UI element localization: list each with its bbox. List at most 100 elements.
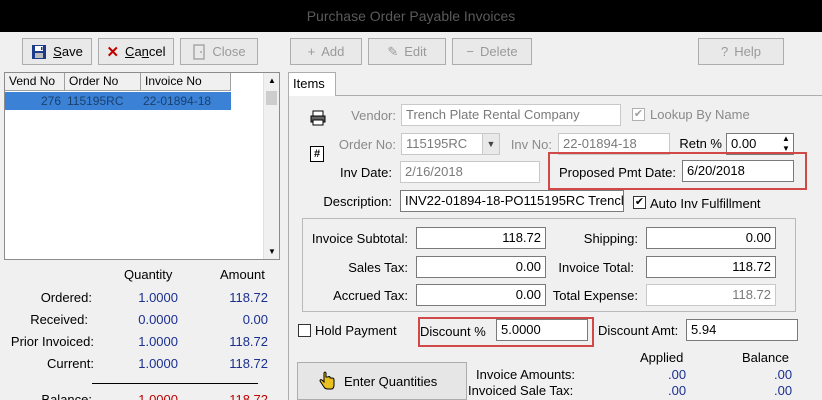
- description-label: Description:: [323, 194, 392, 209]
- save-label: Save: [53, 44, 83, 59]
- close-button[interactable]: Close: [180, 38, 258, 65]
- hand-pointer-icon: [319, 371, 335, 390]
- tab-items[interactable]: Items: [288, 72, 336, 96]
- scroll-down-icon[interactable]: ▼: [268, 247, 276, 256]
- cancel-x-icon: ✕: [106, 43, 120, 61]
- hold-payment-label: Hold Payment: [315, 323, 397, 338]
- col-header-invoice-no[interactable]: Invoice No: [141, 73, 231, 91]
- prior-invoiced-amt: 118.72: [229, 334, 268, 349]
- proposed-pmt-date-field[interactable]: 6/20/2018: [682, 160, 794, 182]
- quantity-summary: Quantity Amount Ordered: 1.0000 118.72 R…: [0, 262, 282, 400]
- invoice-subtotal-label: Invoice Subtotal:: [311, 231, 408, 246]
- accrued-tax-field[interactable]: 0.00: [416, 284, 546, 306]
- proposed-pmt-date-label: Proposed Pmt Date:: [558, 165, 676, 180]
- current-qty: 1.0000: [138, 356, 178, 371]
- balance-header: Balance: [742, 350, 789, 365]
- edit-button[interactable]: ✎ Edit: [368, 38, 446, 65]
- printer-icon[interactable]: [310, 110, 326, 126]
- table-row[interactable]: 276 115195RC 22-01894-18: [5, 92, 231, 110]
- add-label: Add: [321, 44, 345, 59]
- inv-date-field[interactable]: 2/16/2018: [400, 161, 540, 183]
- inv-no-label: Inv No:: [510, 137, 552, 152]
- invoice-grid[interactable]: Vend No Order No Invoice No 276 115195RC…: [4, 72, 280, 260]
- close-label: Close: [212, 44, 246, 59]
- shipping-field[interactable]: 0.00: [646, 227, 776, 249]
- invoiced-sale-tax-balance: .00: [774, 383, 793, 398]
- discount-amt-field[interactable]: 5.94: [686, 319, 798, 341]
- received-label: Received:: [30, 312, 88, 327]
- current-label: Current:: [47, 356, 94, 371]
- received-qty: 0.0000: [138, 312, 178, 327]
- cell-invoice-no: 22-01894-18: [143, 94, 212, 108]
- add-button[interactable]: + Add: [290, 38, 362, 65]
- amount-header: Amount: [220, 267, 265, 282]
- current-amt: 118.72: [229, 356, 268, 371]
- window-title: Purchase Order Payable Invoices: [0, 0, 822, 32]
- balance-qty: 1.0000: [138, 392, 178, 400]
- number-icon[interactable]: #: [310, 146, 324, 162]
- order-no-label: Order No:: [338, 137, 396, 152]
- description-field[interactable]: INV22-01894-18-PO115195RC Trencl: [400, 190, 624, 212]
- pencil-icon: ✎: [387, 43, 399, 59]
- scroll-up-icon[interactable]: ▲: [268, 76, 276, 85]
- edit-label: Edit: [404, 44, 427, 59]
- invoiced-sale-tax-applied: .00: [668, 383, 687, 398]
- hold-payment-checkbox[interactable]: [298, 324, 311, 337]
- prior-invoiced-qty: 1.0000: [138, 334, 178, 349]
- question-icon: ?: [721, 44, 729, 59]
- sales-tax-field[interactable]: 0.00: [416, 256, 546, 278]
- invoice-total-field[interactable]: 118.72: [646, 256, 776, 278]
- delete-button[interactable]: − Delete: [452, 38, 532, 65]
- invoice-amounts-balance: .00: [774, 367, 793, 382]
- discount-pct-field[interactable]: 5.0000: [496, 319, 588, 341]
- balance-label: Balance:: [41, 392, 92, 400]
- door-icon: [193, 43, 206, 60]
- auto-inv-fulfillment-label: Auto Inv Fulfillment: [650, 196, 761, 211]
- order-no-dropdown-icon[interactable]: ▼: [482, 133, 500, 155]
- vendor-label: Vendor:: [351, 108, 396, 123]
- accrued-tax-label: Accrued Tax:: [333, 288, 408, 303]
- vendor-field[interactable]: Trench Plate Rental Company: [401, 104, 621, 126]
- ordered-label: Ordered:: [40, 290, 92, 305]
- shipping-label: Shipping:: [583, 231, 638, 246]
- cancel-button[interactable]: ✕ Cancel: [98, 38, 174, 65]
- discount-pct-label: Discount %: [420, 324, 486, 339]
- retn-spinner-icon[interactable]: ▲ ▼: [782, 134, 790, 154]
- ordered-qty: 1.0000: [138, 290, 178, 305]
- divider: [92, 383, 258, 384]
- col-header-order-no[interactable]: Order No: [65, 73, 141, 91]
- prior-invoiced-label: Prior Invoiced:: [10, 334, 94, 349]
- quantity-header: Quantity: [124, 267, 173, 282]
- invoice-subtotal-field[interactable]: 118.72: [416, 227, 546, 249]
- retn-pct-label: Retn %: [679, 136, 722, 151]
- cell-vend-no: 276: [40, 94, 61, 108]
- delete-label: Delete: [480, 44, 518, 59]
- invoice-amounts-applied: .00: [668, 367, 687, 382]
- plus-icon: +: [307, 44, 316, 59]
- lookup-by-name-checkbox[interactable]: ✔: [632, 108, 645, 121]
- cell-order-no: 115195RC: [67, 94, 124, 108]
- scroll-thumb[interactable]: [266, 91, 277, 105]
- inv-date-label: Inv Date:: [339, 165, 392, 180]
- received-amt: 0.00: [242, 312, 268, 327]
- invoiced-sale-tax-label: Invoiced Sale Tax:: [468, 383, 574, 398]
- floppy-disk-icon: [32, 44, 47, 59]
- total-expense-field[interactable]: 118.72: [646, 284, 776, 306]
- order-no-field[interactable]: 115195RC: [401, 133, 483, 155]
- invoice-total-label: Invoice Total:: [558, 260, 634, 275]
- enter-quantities-label: Enter Quantities: [344, 373, 438, 389]
- total-expense-label: Total Expense:: [552, 288, 638, 303]
- applied-header: Applied: [640, 350, 684, 365]
- enter-quantities-button[interactable]: Enter Quantities: [297, 362, 467, 400]
- discount-amt-label: Discount Amt:: [598, 323, 679, 338]
- save-button[interactable]: Save: [22, 38, 92, 65]
- auto-inv-fulfillment-checkbox[interactable]: ✔: [633, 196, 646, 209]
- help-button[interactable]: ? Help: [698, 38, 784, 65]
- sales-tax-label: Sales Tax:: [348, 260, 408, 275]
- help-label: Help: [734, 44, 761, 59]
- col-header-vend-no[interactable]: Vend No: [5, 73, 65, 91]
- cancel-label: Cancel: [125, 44, 166, 59]
- grid-scrollbar[interactable]: ▲ ▼: [263, 73, 279, 259]
- ordered-amt: 118.72: [229, 290, 268, 305]
- minus-icon: −: [466, 44, 474, 59]
